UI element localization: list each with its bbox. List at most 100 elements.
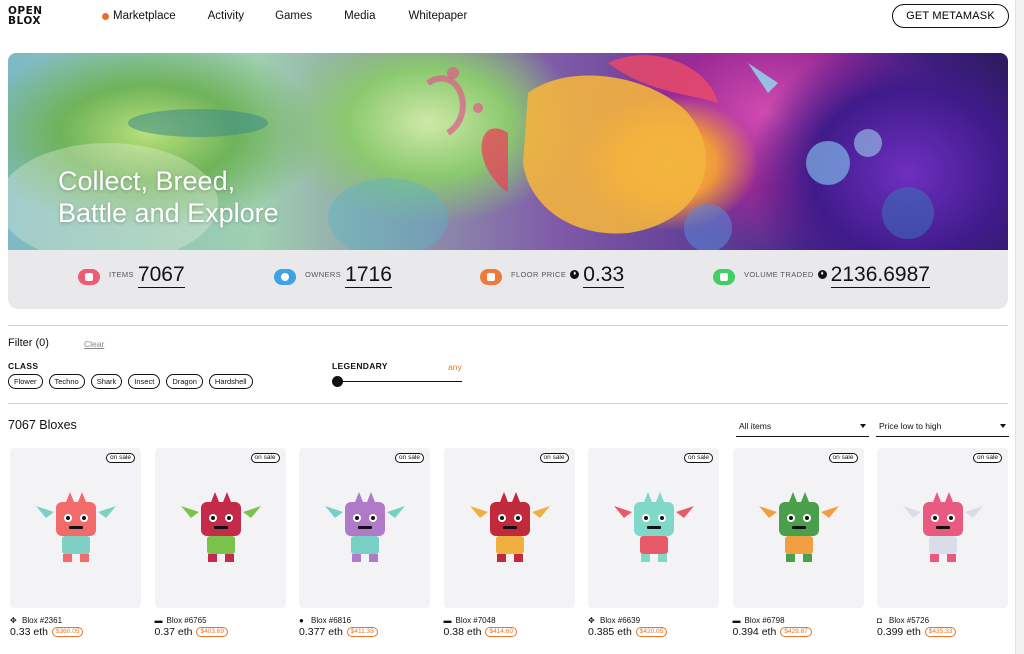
- blox-creature-image: [903, 492, 983, 562]
- on-sale-badge: on sale: [684, 453, 713, 463]
- on-sale-badge: on sale: [828, 453, 858, 463]
- chip-hardshell[interactable]: Hardshell: [208, 374, 253, 389]
- techno-icon: ◘: [877, 616, 882, 625]
- stats-bar: ITEMS 7067 OWNERS 1716 FLOOR PRICE ♦ 0.3…: [8, 250, 1008, 309]
- shark-icon: ▬: [732, 616, 741, 625]
- blox-price-eth: 0.394 eth: [732, 626, 777, 638]
- blox-price-usd: $429.87: [780, 627, 812, 637]
- blox-price-eth: 0.377 eth: [299, 626, 343, 638]
- filter-clear-link[interactable]: Clear: [84, 339, 104, 349]
- blox-card-image[interactable]: on sale: [877, 448, 1008, 608]
- blox-price-eth: 0.33 eth: [10, 626, 48, 638]
- stat-items: ITEMS 7067: [78, 264, 185, 288]
- sort-select-value: Price low to high: [879, 421, 942, 431]
- blox-card[interactable]: on sale ◘ Blox #5726 0.399 eth $435.33: [877, 448, 1008, 644]
- get-metamask-button[interactable]: GET METAMASK: [892, 4, 1009, 28]
- legendary-value: any: [448, 362, 462, 372]
- chip-flower[interactable]: Flower: [8, 374, 43, 389]
- items-select[interactable]: All items: [736, 415, 869, 437]
- blox-price-usd: $360.05: [51, 627, 84, 637]
- on-sale-badge: on sale: [250, 453, 280, 463]
- logo-line-2: BLOX: [8, 15, 41, 27]
- chip-techno[interactable]: Techno: [48, 374, 85, 389]
- stat-items-value: 7067: [137, 263, 185, 288]
- class-filter-label: CLASS: [8, 361, 39, 371]
- main-nav: Marketplace Activity Games Media Whitepa…: [102, 10, 467, 22]
- blox-card-price-row: 0.399 eth $435.33: [877, 626, 957, 638]
- nav-media[interactable]: Media: [344, 10, 375, 22]
- blox-card[interactable]: on sale ▬ Blox #6765 0.37 eth $403.69: [154, 448, 286, 644]
- nav-whitepaper[interactable]: Whitepaper: [408, 10, 467, 22]
- blox-name: Blox #5726: [889, 616, 930, 625]
- blox-card-name-row: ◘ Blox #5726: [877, 616, 929, 625]
- blox-price-usd: $403.69: [196, 627, 228, 637]
- stat-volume-label: VOLUME TRADED: [744, 270, 814, 279]
- nav-games[interactable]: Games: [275, 10, 312, 22]
- blox-name: Blox #6816: [311, 616, 352, 625]
- dragon-icon: ✥: [10, 616, 17, 625]
- blox-card-name-row: ▬ Blox #6765: [155, 616, 207, 625]
- nav-marketplace[interactable]: Marketplace: [102, 10, 176, 22]
- blox-price-eth: 0.38 eth: [443, 626, 482, 638]
- blox-creature-image: [180, 492, 261, 562]
- stat-owners-value: 1716: [345, 263, 392, 288]
- blox-card[interactable]: on sale ✥ Blox #2361 0.33 eth $360.05: [10, 448, 141, 644]
- blox-card-image[interactable]: on sale: [154, 448, 286, 608]
- blox-card[interactable]: on sale ▬ Blox #7048 0.38 eth $414.60: [443, 448, 575, 644]
- blox-card-name-row: ✥ Blox #6639: [588, 616, 640, 625]
- chip-shark[interactable]: Shark: [90, 374, 123, 389]
- blox-card-image[interactable]: on sale: [443, 448, 575, 608]
- chip-insect[interactable]: Insect: [128, 374, 161, 389]
- blox-card-price-row: 0.377 eth $411.33: [299, 626, 378, 638]
- legendary-slider-thumb[interactable]: [332, 376, 343, 387]
- blox-creature-image: [758, 492, 839, 562]
- hero-banner: Collect, Breed, Battle and Explore: [8, 53, 1008, 250]
- chevron-down-icon: [860, 424, 866, 428]
- blox-card-price-row: 0.394 eth $429.87: [733, 626, 812, 638]
- stat-owners: OWNERS 1716: [274, 264, 392, 288]
- openblox-logo[interactable]: OPEN BLOX: [8, 6, 43, 27]
- blox-card[interactable]: on sale ● Blox #6816 0.377 eth $411.33: [299, 448, 430, 644]
- class-chips: Flower Techno Shark Insect Dragon Hardsh…: [8, 374, 253, 389]
- blox-card-price-row: 0.33 eth $360.05: [10, 626, 84, 638]
- blox-price-usd: $414.60: [485, 627, 517, 637]
- sort-select[interactable]: Price low to high: [876, 415, 1009, 437]
- blox-name: Blox #6765: [166, 616, 207, 625]
- hero-title: Collect, Breed, Battle and Explore: [58, 165, 279, 229]
- dragon-icon: ✥: [588, 616, 595, 625]
- blox-card-price-row: 0.385 eth $420.05: [588, 626, 668, 638]
- stat-volume-value: 2136.6987: [830, 263, 930, 288]
- blox-card[interactable]: on sale ▬ Blox #6798 0.394 eth $429.87: [732, 448, 864, 644]
- blox-card-image[interactable]: on sale: [732, 448, 864, 608]
- blox-card-price-row: 0.38 eth $414.60: [444, 626, 517, 638]
- filter-divider-top: [8, 325, 1008, 326]
- blox-card-image[interactable]: on sale: [588, 448, 719, 608]
- page-scrollbar[interactable]: [1015, 0, 1024, 654]
- blox-creature-image: [469, 492, 550, 562]
- blox-card-image[interactable]: on sale: [10, 448, 141, 608]
- nav-activity[interactable]: Activity: [208, 10, 244, 22]
- filter-title: Filter (0): [8, 337, 49, 349]
- stat-floor-price: FLOOR PRICE ♦ 0.33: [480, 264, 625, 288]
- on-sale-badge: on sale: [539, 453, 569, 463]
- blox-price-eth: 0.399 eth: [877, 626, 921, 638]
- results-count: 7067 Bloxes: [8, 418, 77, 432]
- stat-items-label: ITEMS: [109, 270, 134, 279]
- items-select-value: All items: [739, 421, 772, 431]
- items-icon: [78, 269, 100, 285]
- blox-card-image[interactable]: on sale: [299, 448, 430, 608]
- on-sale-badge: on sale: [973, 453, 1002, 463]
- hero-title-line-2: Battle and Explore: [58, 198, 279, 228]
- blox-card[interactable]: on sale ✥ Blox #6639 0.385 eth $420.05: [588, 448, 719, 644]
- blox-card-price-row: 0.37 eth $403.69: [155, 626, 228, 638]
- eth-icon: ♦: [817, 270, 827, 279]
- hero-title-line-1: Collect, Breed,: [58, 166, 236, 196]
- blox-card-name-row: ✥ Blox #2361: [10, 616, 62, 625]
- blox-card-name-row: ▬ Blox #6798: [733, 616, 785, 625]
- blox-card-name-row: ● Blox #6816: [299, 616, 351, 625]
- blox-price-usd: $420.05: [635, 627, 668, 637]
- floor-price-icon: [480, 269, 502, 285]
- chip-dragon[interactable]: Dragon: [166, 374, 203, 389]
- legendary-slider-track[interactable]: [338, 381, 462, 382]
- blox-price-eth: 0.385 eth: [588, 626, 632, 638]
